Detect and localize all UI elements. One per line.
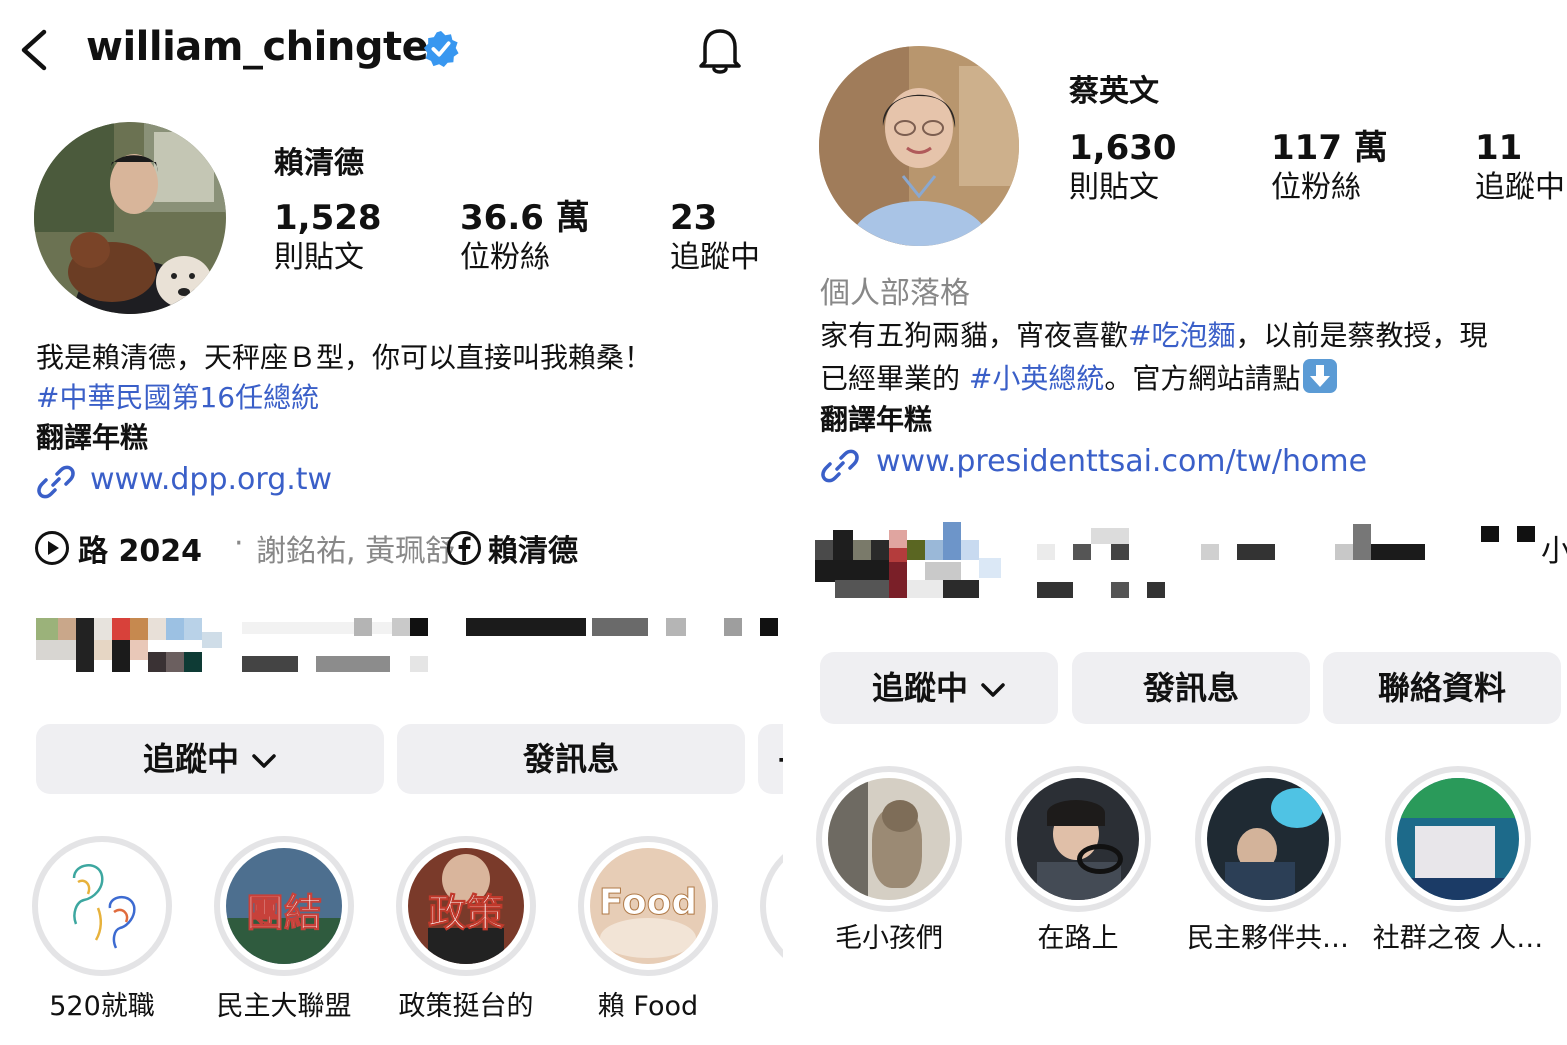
- highlight-label: 在路上: [1037, 923, 1119, 954]
- following-button-label: 追蹤中: [142, 740, 239, 778]
- highlight-cover: 政策: [408, 848, 524, 964]
- music-track[interactable]: 路 2024: [78, 526, 202, 570]
- display-name: 賴清德: [274, 146, 364, 181]
- facebook-link[interactable]: 賴清德: [488, 526, 578, 570]
- facebook-icon: [447, 531, 481, 565]
- link-icon: [821, 449, 859, 483]
- bio-line-1: 家有五狗兩貓，宵夜喜歡#吃泡麵，以前是蔡教授，現: [820, 316, 1488, 356]
- stat-number: 23: [670, 198, 718, 238]
- pixelated-mutual-followers: [36, 612, 783, 682]
- stat-number: 36.6 萬: [460, 198, 590, 238]
- notification-bell-icon[interactable]: [695, 24, 745, 76]
- highlight-cover: Food: [590, 848, 706, 964]
- add-friend-button[interactable]: +: [758, 724, 783, 794]
- highlight-on-the-road[interactable]: 在路上: [1005, 766, 1151, 956]
- contact-button-label: 聯絡資料: [1377, 669, 1506, 707]
- highlight-partial[interactable]: [760, 836, 783, 976]
- highlight-label: 520就職: [49, 991, 155, 1022]
- bio-line-2: 已經畢業的 #小英總統。官方網站請點: [820, 358, 1338, 399]
- stat-label: 追蹤中: [670, 240, 760, 275]
- highlight-social-night[interactable]: 社群之夜 人…: [1373, 766, 1543, 956]
- message-button-label: 發訊息: [1142, 669, 1239, 707]
- highlight-label: 政策挺台的: [398, 991, 534, 1022]
- followers-count[interactable]: 36.6 萬 位粉絲: [460, 198, 590, 278]
- highlight-cover: [828, 778, 950, 900]
- meta-separator: ·: [234, 526, 244, 561]
- play-circle-icon: [35, 531, 69, 565]
- message-button[interactable]: 發訊息: [397, 724, 745, 794]
- following-count[interactable]: 23 追蹤中: [670, 198, 760, 278]
- highlight-cover: [44, 848, 160, 964]
- highlight-food[interactable]: Food 賴 Food: [578, 836, 718, 1026]
- website-link[interactable]: www.dpp.org.tw: [90, 462, 332, 497]
- translate-link[interactable]: 翻譯年糕: [820, 400, 932, 440]
- down-arrow-emoji-icon: [1303, 359, 1338, 393]
- profile-username: william_chingte: [86, 24, 429, 70]
- bio-text: ，以前是蔡教授，現: [1235, 319, 1488, 352]
- stat-label: 追蹤中: [1475, 170, 1565, 205]
- truncated-glyph: 小: [1541, 534, 1567, 569]
- link-icon: [37, 465, 75, 499]
- highlight-democracy-partners[interactable]: 民主夥伴共…: [1187, 766, 1349, 956]
- stat-label: 位粉絲: [460, 240, 550, 275]
- stat-number: 1,630: [1069, 128, 1177, 168]
- highlight-cover: [1017, 778, 1139, 900]
- highlight-label: 民主夥伴共…: [1187, 923, 1349, 954]
- following-count[interactable]: 11 追蹤中: [1475, 128, 1565, 208]
- back-arrow-icon[interactable]: [18, 28, 52, 72]
- highlight-cover: [1207, 778, 1329, 900]
- add-friend-label: +: [776, 740, 783, 778]
- message-button[interactable]: 發訊息: [1072, 652, 1310, 724]
- highlight-label: 社群之夜 人…: [1372, 923, 1544, 954]
- profile-category: 個人部落格: [820, 276, 970, 311]
- stat-label: 則貼文: [274, 240, 364, 275]
- posts-count[interactable]: 1,630 則貼文: [1069, 128, 1177, 208]
- translate-link[interactable]: 翻譯年糕: [36, 418, 148, 458]
- bio-hashtag[interactable]: #小英總統: [969, 362, 1104, 395]
- highlight-cover: [1397, 778, 1519, 900]
- profile-header: william_chingte: [0, 18, 783, 82]
- profile-avatar[interactable]: [34, 122, 226, 314]
- stat-number: 117 萬: [1271, 128, 1388, 168]
- stat-number: 11: [1475, 128, 1523, 168]
- highlight-label: 民主大聯盟: [216, 991, 352, 1022]
- posts-count[interactable]: 1,528 則貼文: [274, 198, 382, 278]
- website-link[interactable]: www.presidenttsai.com/tw/home: [876, 444, 1367, 479]
- music-artists: 謝銘祐, 黃珮舒: [256, 534, 456, 569]
- message-button-label: 發訊息: [522, 740, 619, 778]
- stat-number: 1,528: [274, 198, 382, 238]
- highlight-cover: 團結: [226, 848, 342, 964]
- highlight-pets[interactable]: 毛小孩們: [816, 766, 962, 956]
- highlight-520[interactable]: 520就職: [32, 836, 172, 1026]
- highlight-alliance[interactable]: 團結 民主大聯盟: [214, 836, 354, 1026]
- following-button-label: 追蹤中: [871, 669, 968, 707]
- highlight-label: 賴 Food: [597, 991, 699, 1022]
- verified-badge-icon: [423, 30, 459, 68]
- pixelated-mutual-followers: [815, 522, 1567, 602]
- bio-text: 我是賴清德，天秤座Ｂ型，你可以直接叫我賴桑！: [36, 341, 653, 374]
- bio-hashtag[interactable]: #吃泡麵: [1128, 319, 1235, 352]
- bio-hashtag[interactable]: #中華民國第16任總統: [36, 378, 319, 418]
- tsai-profile-panel: 蔡英文 1,630 則貼文 117 萬 位粉絲 11 追蹤中 個人部落格 家有五…: [783, 0, 1567, 1045]
- stat-label: 位粉絲: [1271, 170, 1361, 205]
- following-button[interactable]: 追蹤中: [820, 652, 1058, 724]
- highlight-ring: [760, 836, 783, 976]
- highlight-badge-text: 政策: [427, 891, 504, 936]
- followers-count[interactable]: 117 萬 位粉絲: [1271, 128, 1388, 208]
- profile-avatar[interactable]: [819, 46, 1019, 246]
- display-name: 蔡英文: [1069, 74, 1159, 109]
- highlight-badge-text: Food: [598, 882, 698, 924]
- bio-text: 已經畢業的: [820, 362, 969, 395]
- bio-text: 。官方網站請點: [1104, 362, 1301, 395]
- chevron-down-icon: [981, 683, 1005, 697]
- highlight-badge-text: 團結: [245, 891, 322, 936]
- stat-label: 則貼文: [1069, 170, 1159, 205]
- contact-button[interactable]: 聯絡資料: [1323, 652, 1561, 724]
- highlight-label: 毛小孩們: [835, 923, 943, 954]
- highlight-policy[interactable]: 政策 政策挺台的: [396, 836, 536, 1026]
- lai-profile-panel: william_chingte 賴清德 1,528 則貼文 36.6 萬 位粉絲…: [0, 0, 783, 1045]
- chevron-down-icon: [252, 754, 276, 768]
- bio-text: 家有五狗兩貓，宵夜喜歡: [820, 319, 1129, 352]
- following-button[interactable]: 追蹤中: [36, 724, 384, 794]
